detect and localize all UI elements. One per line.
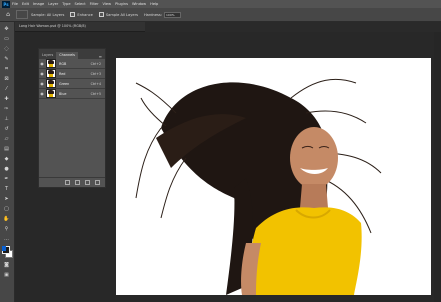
gradient-icon[interactable]: ▤ — [3, 146, 10, 152]
channels-panel: Layers Channels ≡ ◉ RGB Ctrl+2 ◉ Red Ctr… — [38, 48, 106, 188]
channel-shortcut: Ctrl+4 — [90, 81, 101, 86]
dodge-icon[interactable]: ● — [3, 166, 10, 172]
menu-layer[interactable]: Layer — [48, 2, 58, 6]
menu-window[interactable]: Window — [132, 2, 146, 6]
tools-panel: ✥ ▭ ◌ ✎ ⌗ ⊠ ⁄ ✚ ✑ ⊥ ↺ ▱ ▤ ◆ ● ✒ T ➤ ▢ ✋ … — [0, 22, 15, 302]
channel-row-blue[interactable]: ◉ Blue Ctrl+5 — [39, 89, 105, 99]
history-brush-icon[interactable]: ↺ — [3, 126, 10, 132]
channel-thumbnail — [46, 69, 56, 78]
path-select-icon[interactable]: ➤ — [3, 196, 10, 202]
move-icon[interactable]: ✥ — [3, 26, 10, 32]
foreground-color-accent — [2, 246, 6, 251]
channel-name: RGB — [59, 61, 67, 66]
panel-tabs: Layers Channels ≡ — [39, 49, 105, 59]
delete-channel-icon[interactable] — [95, 180, 100, 185]
vertical-scrollbar[interactable] — [434, 32, 441, 302]
eyedropper-icon[interactable]: ⁄ — [3, 86, 10, 92]
menu-filter[interactable]: Filter — [90, 2, 99, 6]
more-tools-icon[interactable]: … — [3, 236, 10, 242]
woman-photo — [116, 58, 431, 295]
menu-plugins[interactable]: Plugins — [115, 2, 128, 6]
brush-icon[interactable]: ✑ — [3, 106, 10, 112]
menu-image[interactable]: Image — [33, 2, 44, 6]
eye-icon[interactable]: ◉ — [39, 71, 45, 76]
shape-icon[interactable]: ▢ — [3, 206, 10, 212]
clone-stamp-icon[interactable]: ⊥ — [3, 116, 10, 122]
channel-shortcut: Ctrl+5 — [90, 91, 101, 96]
crop-icon[interactable]: ⌗ — [3, 66, 10, 72]
sample-select[interactable]: All Layers — [47, 13, 65, 17]
hardness-option[interactable]: Hardness: 100% — [143, 11, 181, 18]
image-canvas[interactable] — [116, 58, 431, 295]
channel-shortcut: Ctrl+3 — [90, 71, 101, 76]
enhance-label: Enhance — [77, 12, 93, 17]
options-bar: ⌂ Sample: All Layers Enhance Sample All … — [0, 8, 441, 22]
sample-option[interactable]: Sample: All Layers — [31, 13, 64, 17]
quick-mask-icon[interactable]: ◙ — [3, 262, 10, 268]
channel-name: Green — [59, 81, 70, 86]
menu-help[interactable]: Help — [150, 2, 158, 6]
artboard-icon[interactable]: ▭ — [3, 36, 10, 42]
zoom-icon[interactable]: ⚲ — [3, 226, 10, 232]
load-selection-icon[interactable] — [65, 180, 70, 185]
type-icon[interactable]: T — [3, 186, 10, 192]
channel-row-rgb[interactable]: ◉ RGB Ctrl+2 — [39, 59, 105, 69]
channel-thumbnail — [46, 59, 56, 68]
eye-icon[interactable]: ◉ — [39, 61, 45, 66]
channel-thumbnail — [46, 89, 56, 98]
channel-name: Blue — [59, 91, 67, 96]
menu-select[interactable]: Select — [75, 2, 86, 6]
healing-brush-icon[interactable]: ✚ — [3, 96, 10, 102]
lasso-icon[interactable]: ◌ — [3, 46, 10, 52]
home-icon[interactable]: ⌂ — [4, 11, 12, 19]
photoshop-logo-icon: Ps — [2, 0, 10, 8]
hand-icon[interactable]: ✋ — [3, 216, 10, 222]
frame-icon[interactable]: ⊠ — [3, 76, 10, 82]
sample-all-label: Sample All Layers — [105, 12, 138, 17]
tool-preset-picker[interactable] — [16, 10, 28, 19]
new-channel-icon[interactable] — [85, 180, 90, 185]
channel-name: Red — [59, 71, 66, 76]
eye-icon[interactable]: ◉ — [39, 91, 45, 96]
channel-shortcut: Ctrl+2 — [90, 61, 101, 66]
save-selection-icon[interactable] — [75, 180, 80, 185]
screen-mode-icon[interactable]: ▣ — [3, 272, 10, 278]
eye-icon[interactable]: ◉ — [39, 81, 45, 86]
menu-file[interactable]: File — [12, 2, 18, 6]
sample-all-checkbox[interactable] — [98, 12, 104, 17]
enhance-option[interactable]: Enhance — [70, 12, 93, 17]
menu-edit[interactable]: Edit — [22, 2, 29, 6]
menu-type[interactable]: Type — [62, 2, 70, 6]
panel-footer — [39, 177, 105, 187]
eraser-icon[interactable]: ▱ — [3, 136, 10, 142]
hardness-field[interactable]: 100% — [164, 11, 181, 18]
menu-view[interactable]: View — [103, 2, 112, 6]
menu-bar: Ps File Edit Image Layer Type Select Fil… — [0, 0, 441, 8]
tab-layers[interactable]: Layers — [39, 52, 56, 59]
tab-channels[interactable]: Channels — [56, 52, 78, 59]
hardness-label: Hardness: — [143, 12, 162, 17]
document-tab[interactable]: Long Hair Woman.psd @ 100% (RGB/8) — [15, 22, 145, 32]
sample-label: Sample: — [31, 12, 46, 17]
sample-all-option[interactable]: Sample All Layers — [98, 12, 138, 17]
quick-select-icon[interactable]: ✎ — [3, 56, 10, 62]
channel-row-green[interactable]: ◉ Green Ctrl+4 — [39, 79, 105, 89]
pen-icon[interactable]: ✒ — [3, 176, 10, 182]
channel-row-red[interactable]: ◉ Red Ctrl+3 — [39, 69, 105, 79]
blur-icon[interactable]: ◆ — [3, 156, 10, 162]
channel-thumbnail — [46, 79, 56, 88]
enhance-checkbox[interactable] — [70, 12, 76, 17]
